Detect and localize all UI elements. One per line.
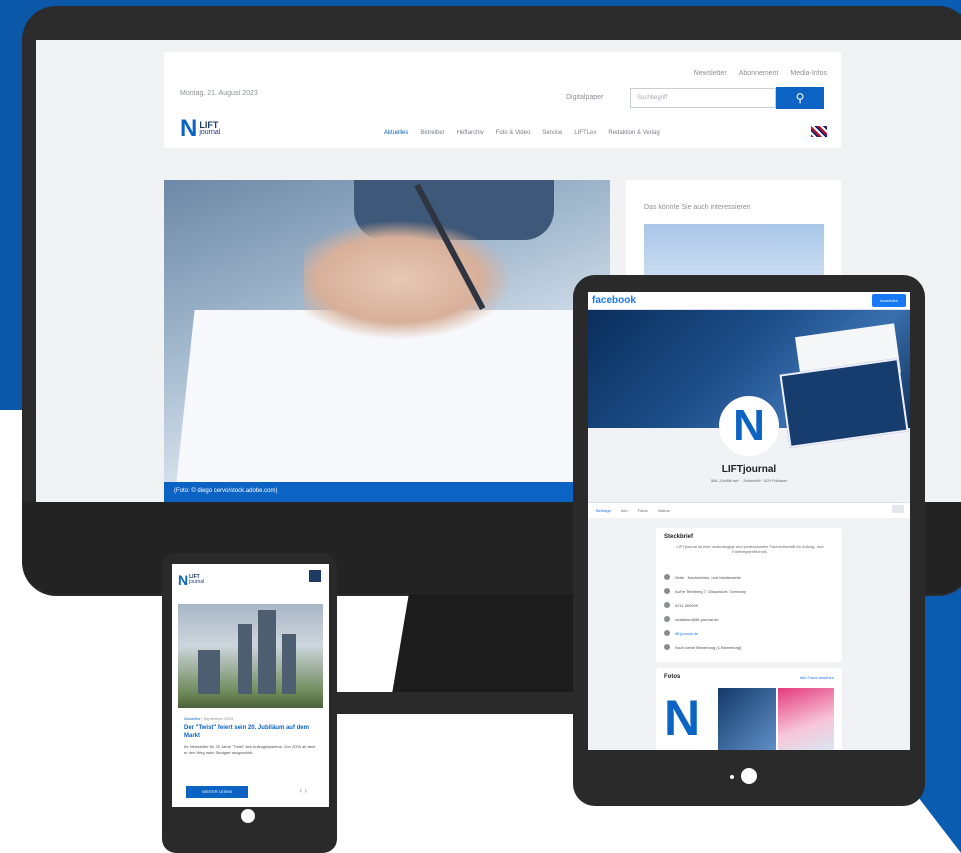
article-meta: Aktuelles | September 2023: [184, 716, 234, 721]
tab-beitraege[interactable]: Beiträge: [596, 508, 611, 513]
search-input[interactable]: Suchbegriff: [630, 88, 776, 108]
tab-videos[interactable]: Videos: [658, 508, 670, 513]
monitor-stand: [392, 594, 602, 694]
top-link-abonnement[interactable]: Abonnement: [739, 70, 779, 77]
nav-item-aktuelles[interactable]: Aktuelles: [384, 130, 408, 136]
mail-icon: [664, 616, 670, 622]
read-more-button[interactable]: WEITER LESEN: [186, 786, 248, 798]
intro-text: LIFTjournal ist eine unabhängige und pro…: [676, 544, 824, 554]
intro-title: Steckbrief: [664, 534, 694, 540]
site-header: Montag, 21. August 2023 Newsletter Abonn…: [164, 52, 841, 148]
phone-screen: N LIFT journal Aktuelles | September 2023…: [172, 564, 329, 807]
hero-caption: (Foto: © diego cervo/stock.adobe.com): [164, 482, 610, 502]
nav-item-heftarchiv[interactable]: Heftarchiv: [457, 130, 484, 136]
carousel-arrows-icon[interactable]: ‹ ›: [299, 786, 307, 795]
info-row: Seite · Nachrichten- und Medienseite: [664, 574, 741, 580]
intro-card: Steckbrief LIFTjournal ist eine unabhäng…: [656, 528, 842, 662]
search-icon: ⚲: [795, 91, 805, 105]
phone-icon: [664, 602, 670, 608]
tower-shape: [282, 634, 296, 694]
mobile-logo-wordmark: LIFT journal: [189, 574, 205, 585]
login-button[interactable]: Anmelden: [872, 294, 906, 307]
phone-row: 0211 000000: [664, 602, 698, 608]
facebook-logo[interactable]: facebook: [592, 295, 636, 306]
photos-card: Fotos Alle Fotos ansehen N: [656, 668, 842, 750]
all-photos-link[interactable]: Alle Fotos ansehen: [800, 675, 834, 680]
device-mockup-stage: Montag, 21. August 2023 Newsletter Abonn…: [0, 0, 961, 853]
related-title: Das könnte Sie auch interessieren: [644, 204, 751, 211]
mobile-logo[interactable]: N LIFT journal: [178, 572, 204, 588]
photo-thumb-building[interactable]: [718, 688, 776, 750]
nav-item-liftlex[interactable]: LIFTLex: [574, 130, 596, 136]
tablet-camera: [730, 775, 734, 779]
logo-wordmark: LIFT journal: [199, 120, 221, 137]
nav-item-service[interactable]: Service: [542, 130, 562, 136]
page-subtitle: 584 „Gefällt mir“ · Zeitschrift · 629 Fo…: [710, 478, 788, 483]
tablet-home-button: [741, 768, 757, 784]
article-image[interactable]: [178, 604, 323, 708]
website-row[interactable]: lift-journal.de: [664, 630, 698, 636]
tower-shape: [258, 610, 276, 694]
tower-shape: [198, 650, 220, 694]
search-button[interactable]: ⚲: [776, 87, 824, 109]
mail-row: redaktion@lift-journal.de: [664, 616, 718, 622]
page-name: LIFTjournal: [721, 464, 777, 475]
hamburger-menu-icon[interactable]: [309, 570, 321, 582]
nav-item-foto-video[interactable]: Foto & Video: [496, 130, 531, 136]
rating-icon: [664, 644, 670, 650]
top-link-media-infos[interactable]: Media-Infos: [790, 70, 827, 77]
tab-fotos[interactable]: Fotos: [638, 508, 648, 513]
mobile-logo-mark: N: [178, 572, 189, 588]
hero-image[interactable]: [164, 180, 610, 502]
top-link-newsletter[interactable]: Newsletter: [694, 70, 727, 77]
tablet-screen: facebook Anmelden N LIFTjournal 584 „Gef…: [588, 292, 910, 750]
profile-avatar[interactable]: N: [719, 396, 779, 456]
header-date: Montag, 21. August 2023: [180, 90, 258, 97]
nav-item-betreiber[interactable]: Betreiber: [420, 130, 444, 136]
nav-item-redaktion-verlag[interactable]: Redaktion & Verlag: [608, 130, 659, 136]
cover-magazine: [779, 358, 909, 448]
site-logo[interactable]: N LIFT journal: [180, 115, 221, 142]
tab-info[interactable]: Info: [621, 508, 628, 513]
article-teaser: Ihr Newsletter für 20 Jahre "Twist" des …: [184, 744, 316, 755]
main-nav: Aktuelles Betreiber Heftarchiv Foto & Vi…: [384, 130, 660, 136]
tower-shape: [238, 624, 252, 694]
info-icon: [664, 574, 670, 580]
top-links: Newsletter Abonnement Media-Infos: [694, 70, 827, 77]
photo-thumb-magazine[interactable]: [778, 688, 834, 750]
location-row: Auf'm Tetelberg 7, Düsseldorf, Germany: [664, 588, 746, 594]
photos-title: Fotos: [664, 674, 681, 680]
facebook-topbar: facebook Anmelden: [588, 292, 910, 310]
phone-home-button: [241, 809, 255, 823]
rating-row: Noch keine Bewertung (1 Bewertung): [664, 644, 741, 650]
location-icon: [664, 588, 670, 594]
photo-thumb-logo[interactable]: N: [664, 688, 716, 750]
hero-hand: [304, 220, 514, 340]
profile-tabs: Beiträge Info Fotos Videos: [588, 502, 910, 518]
globe-icon: [664, 630, 670, 636]
article-title[interactable]: Der "Twist" feiert sein 20. Jubiläum auf…: [184, 724, 319, 740]
uk-flag-icon[interactable]: [811, 126, 827, 137]
digitalpaper-link[interactable]: Digitalpaper: [566, 94, 603, 101]
logo-mark: N: [180, 115, 198, 142]
more-options-button[interactable]: [892, 505, 904, 513]
